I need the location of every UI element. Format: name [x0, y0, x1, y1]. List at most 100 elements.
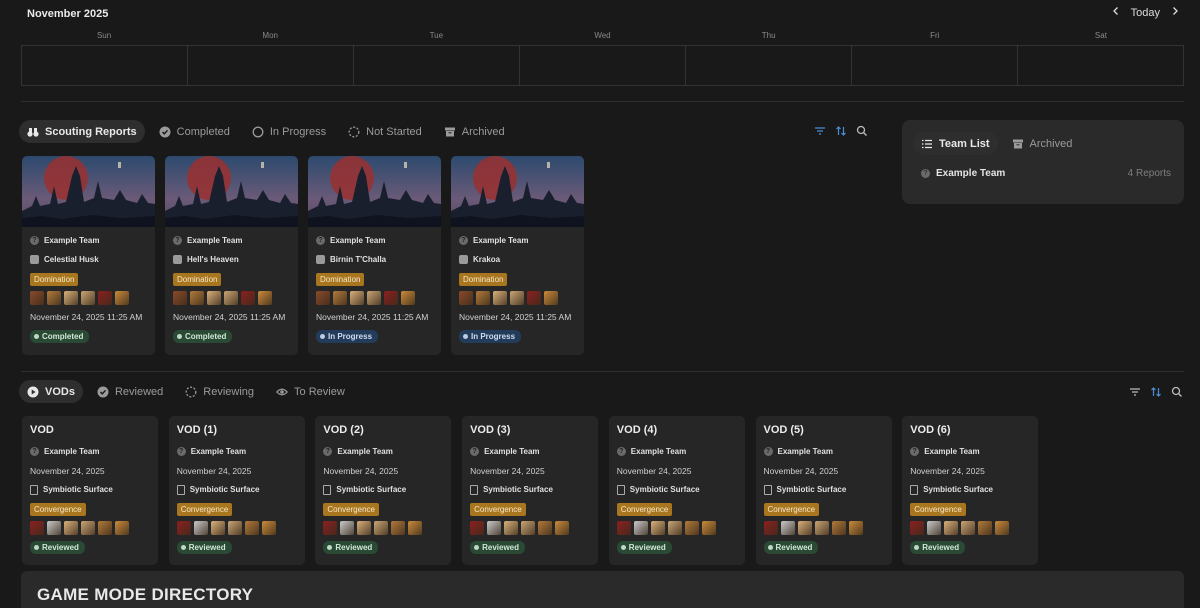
map-name: Symbiotic Surface [923, 485, 993, 495]
tab-archived-teams[interactable]: Archived [1004, 132, 1081, 155]
status-row: Reviewed [763, 538, 884, 557]
map-name: Birnin T'Challa [330, 255, 387, 265]
hero-portrait-icon [210, 521, 225, 536]
tab-vods[interactable]: VODs [19, 380, 83, 403]
vod-title: VOD (4) [616, 424, 658, 436]
team-panel: Team List Archived ? Example Team 4 Repo… [902, 120, 1184, 204]
card-cover [165, 156, 298, 227]
hero-icons [323, 519, 443, 538]
team-name: Example Team [924, 447, 980, 457]
hero-portrait-icon [527, 291, 541, 306]
tab-to-review[interactable]: To Review [268, 380, 353, 403]
status-badge: Reviewed [470, 541, 525, 555]
globe-icon [173, 255, 182, 265]
hero-portrait-icon [633, 521, 648, 536]
hero-portrait-icon [367, 291, 381, 306]
tab-not-started[interactable]: Not Started [340, 120, 430, 143]
chevron-left-icon[interactable] [1111, 6, 1121, 19]
tab-archived[interactable]: Archived [436, 120, 513, 143]
calendar-day-cell[interactable] [851, 46, 1017, 85]
chevron-right-icon[interactable] [1170, 6, 1180, 19]
tab-completed[interactable]: Completed [151, 120, 238, 143]
hero-portrait-icon [961, 521, 976, 536]
calendar-header: November 2025 Today [0, 0, 1200, 30]
filter-icon[interactable] [1129, 386, 1141, 398]
tab-team-list[interactable]: Team List [913, 132, 998, 155]
map-thumbnail [451, 156, 584, 227]
vod-card[interactable]: VOD? Example Team November 24, 2025 Symbiot… [22, 416, 158, 565]
scouting-report-card[interactable]: ? Example Team Birnin T'Challa Domination No… [308, 156, 441, 355]
card-cover [22, 156, 155, 227]
question-icon: ? [30, 236, 39, 246]
dashed-circle-icon [185, 386, 197, 397]
vod-date: November 24, 2025 [176, 465, 252, 476]
question-icon: ? [921, 168, 930, 178]
mode-row: Convergence [323, 500, 443, 519]
calendar-day-cell[interactable] [353, 46, 519, 85]
hero-portrait-icon [701, 521, 716, 536]
report-date: November 24, 2025 11:25 AM [173, 312, 286, 323]
mode-tag: Domination [316, 272, 365, 286]
hero-portrait-icon [374, 521, 389, 536]
scouting-report-card[interactable]: ? Example Team Krakoa Domination November 24… [451, 156, 584, 355]
hero-portrait-icon [470, 521, 485, 536]
map-row: Symbiotic Surface [176, 480, 297, 499]
search-icon[interactable] [856, 125, 868, 137]
calendar-day-cell[interactable] [1017, 46, 1184, 85]
report-date: November 24, 2025 11:25 AM [316, 312, 429, 323]
mode-tag: Convergence [30, 502, 86, 516]
mode-row: Convergence [30, 500, 150, 519]
vod-card[interactable]: VOD (2)? Example Team November 24, 2025 Sym… [315, 416, 452, 565]
team-list-item[interactable]: ? Example Team 4 Reports [921, 166, 1171, 180]
chess-icon [30, 255, 39, 265]
calendar-week-row [21, 45, 1184, 86]
hero-portrait-icon [333, 291, 347, 306]
today-button[interactable]: Today [1131, 7, 1160, 19]
question-icon: ? [470, 447, 480, 457]
vod-card[interactable]: VOD (5)? Example Team November 24, 2025 Sym… [755, 416, 892, 565]
tab-label: Archived [1029, 137, 1073, 150]
hero-portrait-icon [521, 521, 536, 536]
scouting-report-card[interactable]: ? Example Team Hell's Heaven Domination Nove… [165, 156, 298, 355]
tab-in-progress[interactable]: In Progress [244, 120, 334, 143]
hero-portrait-icon [538, 521, 553, 536]
hero-portrait-icon [459, 291, 473, 306]
hero-portrait-icon [814, 521, 829, 536]
team-row: ? Example Team [459, 231, 576, 250]
vod-card[interactable]: VOD (6)? Example Team November 24, 2025 Sym… [902, 416, 1039, 565]
document-icon [176, 484, 185, 495]
filter-icon[interactable] [814, 125, 826, 137]
mode-tag: Domination [30, 272, 79, 286]
status-badge: Reviewed [30, 541, 85, 555]
vod-card[interactable]: VOD (3)? Example Team November 24, 2025 Sym… [462, 416, 599, 565]
hero-portrait-icon [667, 521, 682, 536]
hero-portrait-icon [340, 521, 355, 536]
mode-tag: Domination [459, 272, 508, 286]
search-icon[interactable] [1171, 386, 1183, 398]
vod-card[interactable]: VOD (1)? Example Team November 24, 2025 Sym… [168, 416, 305, 565]
vod-title: VOD (5) [763, 424, 804, 436]
tab-reviewing[interactable]: Reviewing [177, 380, 262, 403]
hero-portrait-icon [978, 521, 993, 536]
calendar-day-cell[interactable] [685, 46, 851, 85]
question-icon: ? [173, 236, 182, 246]
calendar-day-cell[interactable] [21, 46, 187, 85]
vod-card[interactable]: VOD (4)? Example Team November 24, 2025 Sym… [608, 416, 745, 565]
tab-label: VODs [45, 385, 75, 398]
vod-title: VOD (2) [323, 424, 364, 436]
scouting-report-card[interactable]: ? Example Team Celestial Husk Domination Nov… [22, 156, 155, 355]
team-row: ? Example Team [30, 231, 147, 250]
tab-label: Archived [461, 125, 505, 138]
hero-portrait-icon [64, 291, 78, 306]
weekday-header: Sun Mon Tue Wed Thu Fri Sat [21, 31, 1184, 40]
hero-portrait-icon [616, 521, 631, 536]
hero-icons [30, 519, 150, 538]
sort-icon[interactable] [835, 125, 847, 137]
tab-reviewed[interactable]: Reviewed [89, 380, 171, 403]
weekday-label: Sun [96, 31, 112, 40]
tab-scouting-reports[interactable]: Scouting Reports [19, 120, 145, 143]
calendar-day-cell[interactable] [187, 46, 353, 85]
sort-icon[interactable] [1150, 386, 1162, 398]
hero-portrait-icon [261, 521, 276, 536]
calendar-day-cell[interactable] [519, 46, 685, 85]
